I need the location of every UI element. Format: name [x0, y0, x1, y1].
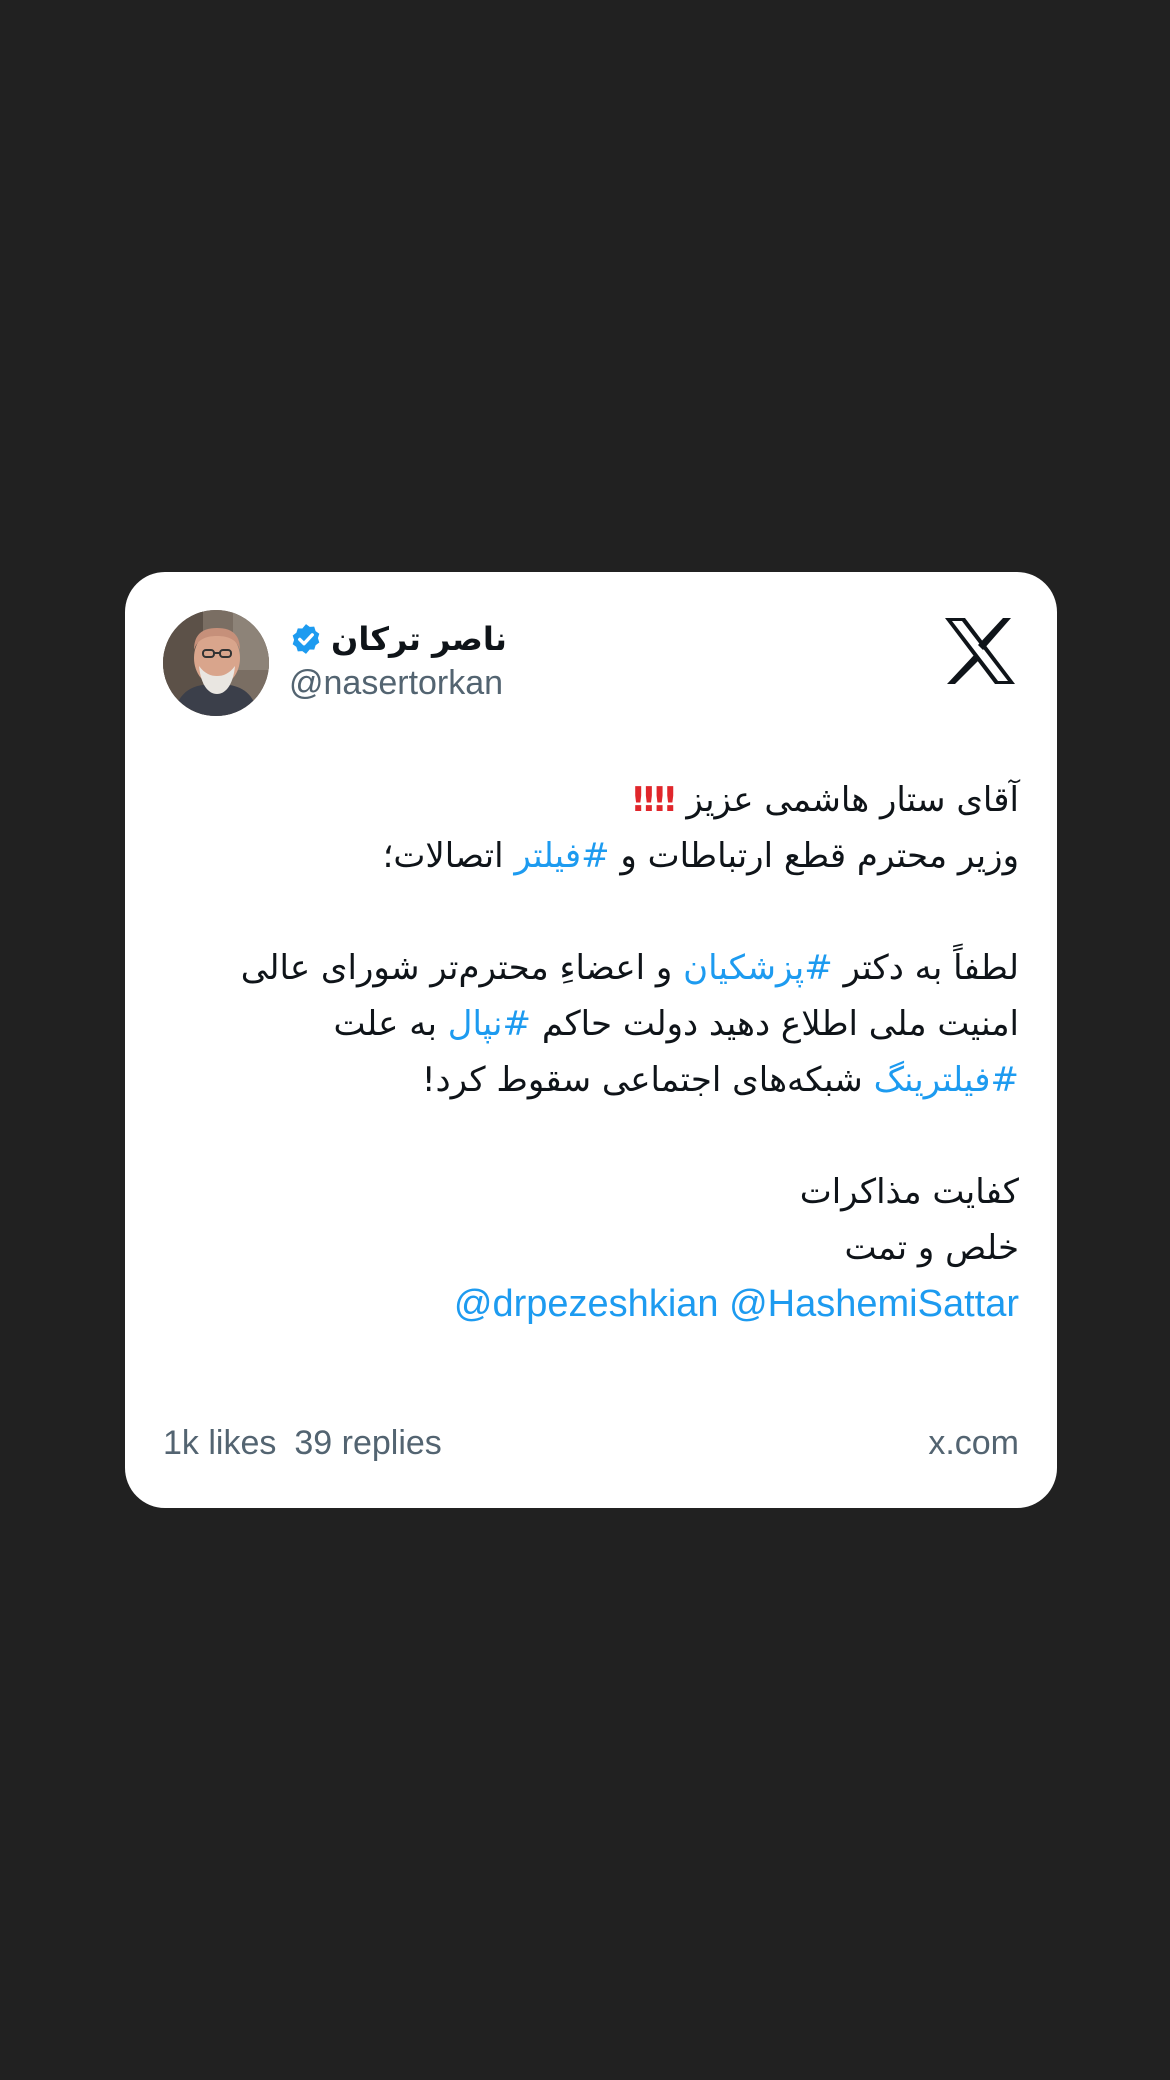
tweet-card[interactable]: ناصر ترکان @nasertorkan آقای ستار هاشمی … [125, 572, 1057, 1508]
mentions-line: @drpezeshkian @HashemiSattar [185, 1276, 1019, 1332]
tweet-line-6: کفایت مذاکرات [799, 1172, 1019, 1212]
x-logo-icon[interactable] [943, 616, 1017, 686]
tweet-line-3: لطفاً به دکتر #پزشکیان و اعضاءِ محترم‌تر… [185, 940, 1019, 996]
engagement-stats: 1k likes 39 replies [163, 1424, 442, 1463]
tweet-footer: 1k likes 39 replies x.com [163, 1424, 1019, 1463]
user-info: ناصر ترکان @nasertorkan [289, 616, 507, 703]
tweet-line-4: امنیت ملی اطلاع دهید دولت حاکم #نپال به … [185, 996, 1019, 1052]
tweet-line-5-text: شبکه‌های اجتماعی سقوط کرد! [421, 1060, 874, 1100]
tweet-line-4-text-b: به علت [333, 1004, 448, 1044]
mention-hashemisattar-link[interactable]: @HashemiSattar [729, 1283, 1019, 1325]
tweet-line-2-text-a: وزیر محترم قطع ارتباطات و [609, 836, 1019, 876]
tweet-line-1-text: آقای ستار هاشمی عزیز [686, 780, 1019, 820]
display-name[interactable]: ناصر ترکان [331, 620, 507, 658]
hashtag-filter-link[interactable]: #فیلتر [514, 836, 609, 876]
replies-count[interactable]: 39 replies [294, 1424, 441, 1462]
tweet-line-2-text-b: اتصالات؛ [382, 836, 515, 876]
avatar[interactable] [163, 610, 269, 716]
mention-drpezeshkian-link[interactable]: @drpezeshkian [454, 1283, 719, 1325]
double-exclamation-emoji-icon: ‼ [654, 780, 679, 820]
tweet-text: آقای ستار هاشمی عزیز ‼‼ وزیر محترم قطع ا… [185, 772, 1019, 1332]
hashtag-nepal-link[interactable]: #نپال [448, 1004, 531, 1044]
verified-badge-icon [289, 622, 323, 656]
tweet-line-3-text-a: لطفاً به دکتر [832, 948, 1019, 988]
user-handle[interactable]: @nasertorkan [289, 664, 507, 703]
tweet-line-3-text-b: و اعضاءِ محترم‌تر شورای عالی [240, 948, 684, 988]
name-row: ناصر ترکان [289, 616, 507, 662]
tweet-line-1: آقای ستار هاشمی عزیز ‼‼ [185, 772, 1019, 828]
hashtag-pezeshkian-link[interactable]: #پزشکیان [683, 948, 833, 988]
tweet-line-2: وزیر محترم قطع ارتباطات و #فیلتر اتصالات… [185, 828, 1019, 884]
likes-count[interactable]: 1k likes [163, 1424, 276, 1462]
hashtag-filtering-link[interactable]: #فیلترینگ [874, 1060, 1019, 1100]
double-exclamation-emoji-icon-2: ‼ [632, 780, 658, 820]
tweet-line-4-text-a: امنیت ملی اطلاع دهید دولت حاکم [531, 1004, 1019, 1044]
tweet-line-7: خلص و تمت [844, 1228, 1019, 1268]
tweet-line-5: #فیلترینگ شبکه‌های اجتماعی سقوط کرد! [185, 1052, 1019, 1108]
paragraph-gap-2 [185, 1108, 1019, 1164]
source-link[interactable]: x.com [928, 1424, 1019, 1463]
